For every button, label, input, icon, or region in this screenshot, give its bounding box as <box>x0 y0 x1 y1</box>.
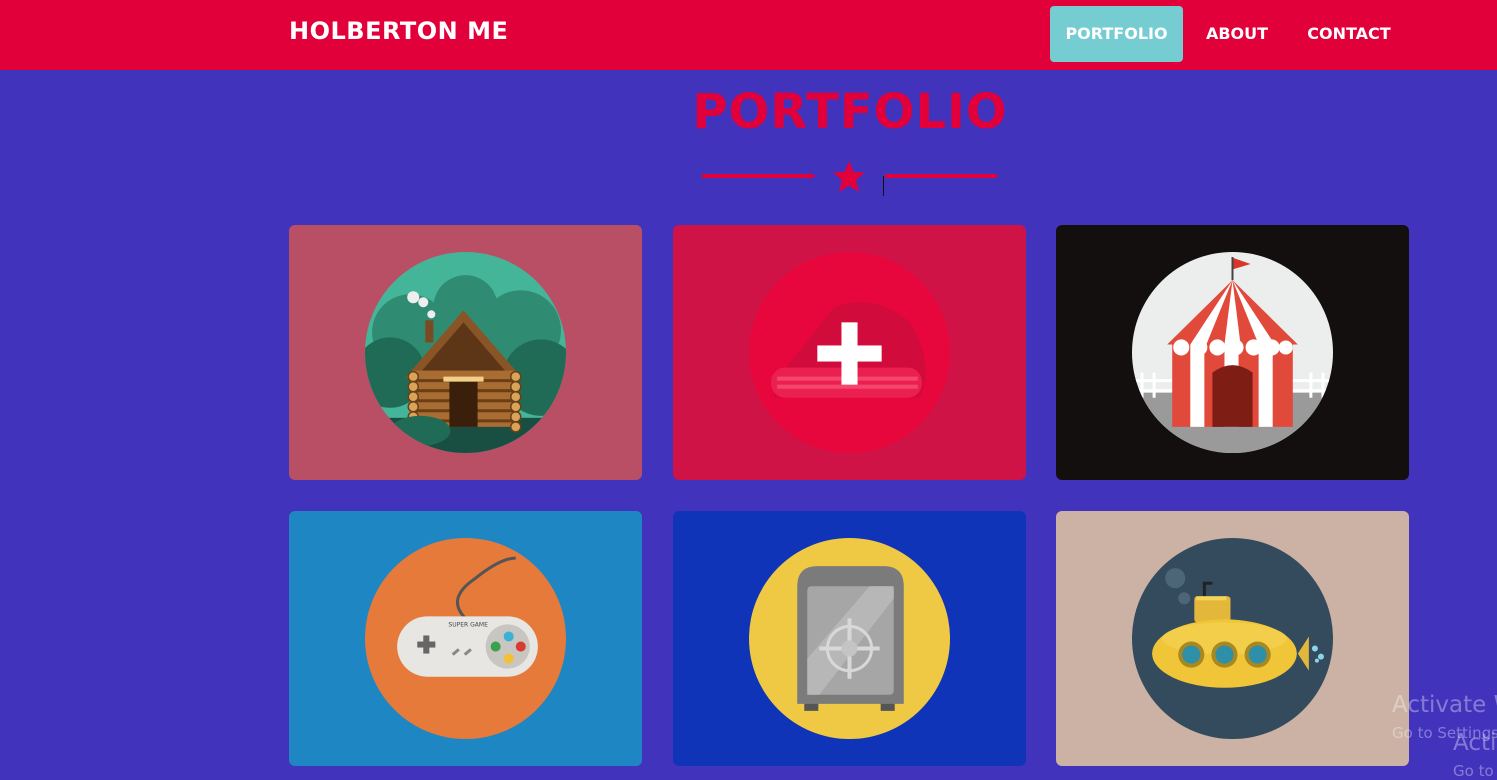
text-cursor <box>883 176 884 196</box>
navbar: HOLBERTON ME PORTFOLIO ABOUT CONTACT <box>0 0 1497 70</box>
divider-line-right <box>885 174 997 178</box>
circus-tent-icon <box>1132 252 1333 453</box>
nav-link-about[interactable]: ABOUT <box>1193 6 1281 62</box>
game-controller-icon: SUPER GAME <box>365 538 566 739</box>
safe-icon <box>749 538 950 739</box>
nav-link-portfolio[interactable]: PORTFOLIO <box>1050 6 1183 62</box>
activation-watermark-title: Activate W <box>1392 692 1497 718</box>
portfolio-item-submarine[interactable] <box>1056 511 1409 766</box>
controller-label: SUPER GAME <box>448 621 488 628</box>
portfolio-item-circus[interactable] <box>1056 225 1409 480</box>
star-icon <box>833 161 865 192</box>
portfolio-item-hovered[interactable] <box>673 225 1026 480</box>
activation-watermark-title-2: Acti <box>1453 730 1497 756</box>
brand-logo[interactable]: HOLBERTON ME <box>289 17 508 45</box>
divider-line-left <box>702 174 814 178</box>
portfolio-item-controller[interactable]: SUPER GAME <box>289 511 642 766</box>
nav-link-contact[interactable]: CONTACT <box>1291 6 1407 62</box>
submarine-icon <box>1132 538 1333 739</box>
portfolio-item-cabin[interactable] <box>289 225 642 480</box>
log-cabin-icon <box>365 252 566 453</box>
section-title: PORTFOLIO <box>692 84 1008 140</box>
portfolio-item-safe[interactable] <box>673 511 1026 766</box>
activation-watermark-subtitle-2: Go to <box>1453 762 1494 780</box>
plus-icon <box>749 252 950 453</box>
